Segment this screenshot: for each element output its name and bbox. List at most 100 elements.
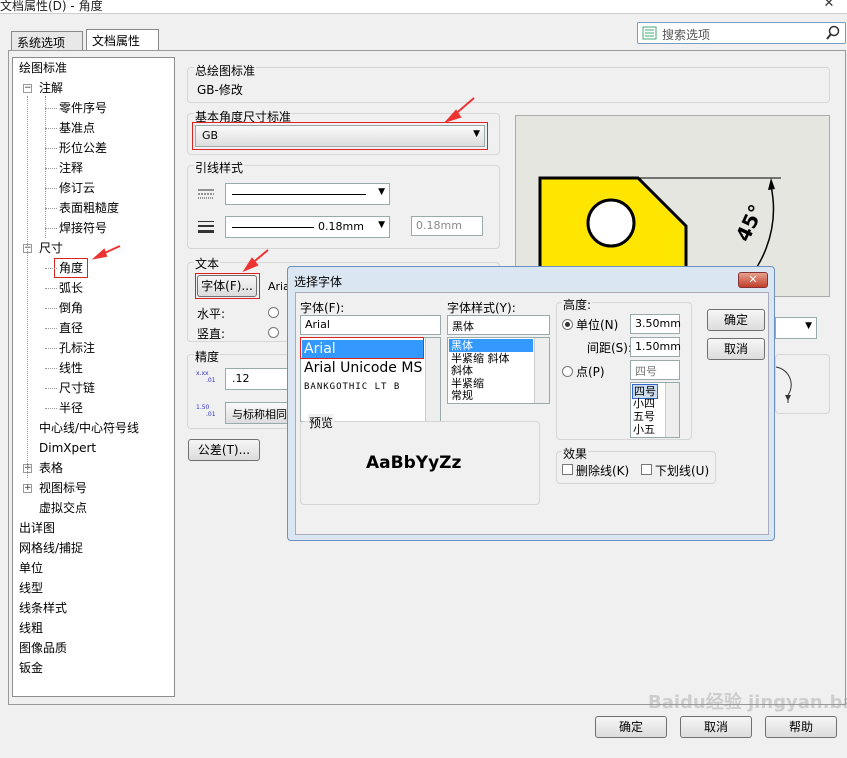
tree-item[interactable]: 图像品质 <box>19 640 67 656</box>
search-placeholder: 搜索选项 <box>662 28 711 42</box>
spacing-field[interactable]: 1.50mm <box>630 337 681 357</box>
dialog-close-icon[interactable]: ✕ <box>738 272 768 288</box>
point-size-scrollbar[interactable] <box>665 383 679 437</box>
tree-connector <box>45 308 57 309</box>
expand-icon[interactable]: + <box>23 484 32 493</box>
font-dialog-body: 字体(F): Arial Arial Arial Unicode MS BANK… <box>295 292 769 535</box>
tree-item[interactable]: 线型 <box>19 580 43 596</box>
style-list-scrollbar[interactable] <box>534 338 549 403</box>
line-thickness-select[interactable]: 0.18mm ▼ <box>225 216 390 238</box>
style-input[interactable]: 黑体 <box>447 315 550 335</box>
svg-text:1.50: 1.50 <box>196 404 210 411</box>
tree-item[interactable]: 零件序号 <box>59 100 107 116</box>
cancel-button[interactable]: 取消 <box>680 716 752 738</box>
solid-line-sample <box>232 194 366 195</box>
unit-height-field[interactable]: 3.50mm <box>630 314 681 334</box>
tree-item[interactable]: 中心线/中心符号线 <box>39 420 139 436</box>
options-tree[interactable]: 绘图标准 注解 − 零件序号 基准点 形位公差 注释 修订云 表面粗糙度 焊接符号 尺寸 − 角度 弧长倒… <box>12 57 175 697</box>
tree-item[interactable]: 网格线/捕捉 <box>19 540 83 556</box>
help-button[interactable]: 帮助 <box>765 716 837 738</box>
dropdown-arrow-icon: ▼ <box>805 321 812 331</box>
tolerance-precision-select[interactable]: 与标称相同 <box>225 402 290 424</box>
tree-item[interactable]: 修订云 <box>59 180 95 196</box>
strikethrough-label: 删除线(K) <box>576 464 630 478</box>
line-thickness-field[interactable]: 0.18mm <box>411 216 483 236</box>
tree-item[interactable]: 焊接符号 <box>59 220 107 236</box>
collapse-icon[interactable]: − <box>23 84 32 93</box>
point-size-item[interactable]: 五号 <box>632 410 656 423</box>
point-size-field[interactable]: 四号 <box>630 360 680 380</box>
highlight-box <box>195 273 260 299</box>
style-list-item[interactable]: 常规 <box>449 389 533 402</box>
preview-angle-text: 45° <box>731 201 769 245</box>
tree-connector <box>45 188 57 189</box>
style-list-item[interactable]: 斜体 <box>449 364 533 377</box>
point-size-item[interactable]: 小四 <box>632 397 656 410</box>
dropdown-arrow-icon: ▼ <box>378 187 385 197</box>
tree-item[interactable]: 出详图 <box>19 520 55 536</box>
tree-item[interactable]: DimXpert <box>39 440 96 456</box>
font-list-item[interactable]: Arial Unicode MS <box>302 360 422 376</box>
precision-label: 精度 <box>194 348 221 365</box>
font-list-scrollbar[interactable] <box>425 338 440 421</box>
tree-item[interactable]: 钣金 <box>19 660 43 676</box>
tree-item[interactable]: 单位 <box>19 560 43 576</box>
tree-item[interactable]: 半径 <box>59 400 83 416</box>
point-size-list[interactable]: 四号 小四 五号 小五 <box>630 382 680 438</box>
tree-item[interactable]: 注释 <box>59 160 83 176</box>
tree-item[interactable]: 弧长 <box>59 280 83 296</box>
tree-item[interactable]: 线条样式 <box>19 600 67 616</box>
tree-item[interactable]: 孔标注 <box>59 340 95 356</box>
font-list-item[interactable]: BANKGOTHIC LT B <box>302 382 400 392</box>
same-as-nominal: 与标称相同 <box>232 408 287 421</box>
horizontal-radio[interactable] <box>268 307 279 318</box>
style-list-item[interactable]: 半紧缩 <box>449 377 533 390</box>
tree-connector <box>45 388 57 389</box>
unit-radio[interactable] <box>562 319 573 330</box>
precision-select[interactable]: .12 <box>225 368 290 390</box>
point-radio[interactable] <box>562 366 573 377</box>
style-list-item[interactable]: 半紧缩 斜体 <box>449 352 533 365</box>
tree-item[interactable]: 视图标号 <box>39 480 87 496</box>
precision-icon: x.xx.01 <box>196 370 216 384</box>
strikethrough-checkbox[interactable] <box>562 464 573 475</box>
overall-standard-group <box>187 67 830 103</box>
tree-item[interactable]: 线粗 <box>19 620 43 636</box>
tree-item[interactable]: 表格 <box>39 460 63 476</box>
search-input[interactable]: 搜索选项 <box>637 22 846 44</box>
vertical-radio[interactable] <box>268 327 279 338</box>
tree-connector <box>45 96 46 238</box>
dialog-ok-button[interactable]: 确定 <box>707 309 765 331</box>
tree-item[interactable]: 尺寸链 <box>59 380 95 396</box>
ok-button[interactable]: 确定 <box>595 716 667 738</box>
tolerance-button[interactable]: 公差(T)... <box>188 439 260 461</box>
tree-connector <box>45 168 57 169</box>
tab-system-options[interactable]: 系统选项(S) <box>11 31 83 65</box>
point-size-item[interactable]: 小五 <box>632 423 656 436</box>
tree-item[interactable]: 倒角 <box>59 300 83 316</box>
tree-item[interactable]: 直径 <box>59 320 83 336</box>
tolerance-precision-icon: 1.50.01 <box>196 404 216 418</box>
style-list[interactable]: 黑体 半紧缩 斜体 斜体 半紧缩 常规 <box>447 337 550 404</box>
tree-item[interactable]: 形位公差 <box>59 140 107 156</box>
tree-item[interactable]: 尺寸 <box>39 240 63 256</box>
tree-item[interactable]: 绘图标准 <box>19 60 67 76</box>
underline-checkbox[interactable] <box>641 464 652 475</box>
tree-item[interactable]: 线性 <box>59 360 83 376</box>
tree-connector <box>45 368 57 369</box>
tree-connector <box>45 148 57 149</box>
tree-item[interactable]: 虚拟交点 <box>39 500 87 516</box>
style-list-item[interactable]: 黑体 <box>449 339 533 352</box>
close-icon[interactable]: ✕ <box>817 0 841 12</box>
tree-item[interactable]: 注解 <box>39 80 63 96</box>
dialog-cancel-button[interactable]: 取消 <box>707 338 765 360</box>
highlight-box <box>192 122 488 150</box>
line-style-select[interactable]: ▼ <box>225 183 390 205</box>
font-input[interactable]: Arial <box>300 315 441 335</box>
tree-connector <box>27 96 28 478</box>
tree-item[interactable]: 表面粗糙度 <box>59 200 119 216</box>
tab-document-properties[interactable]: 文档属性(D) <box>86 29 159 63</box>
tree-item[interactable]: 角度 <box>54 258 89 278</box>
arrow-style-select[interactable]: ▼ <box>775 317 817 339</box>
tree-item[interactable]: 基准点 <box>59 120 95 136</box>
